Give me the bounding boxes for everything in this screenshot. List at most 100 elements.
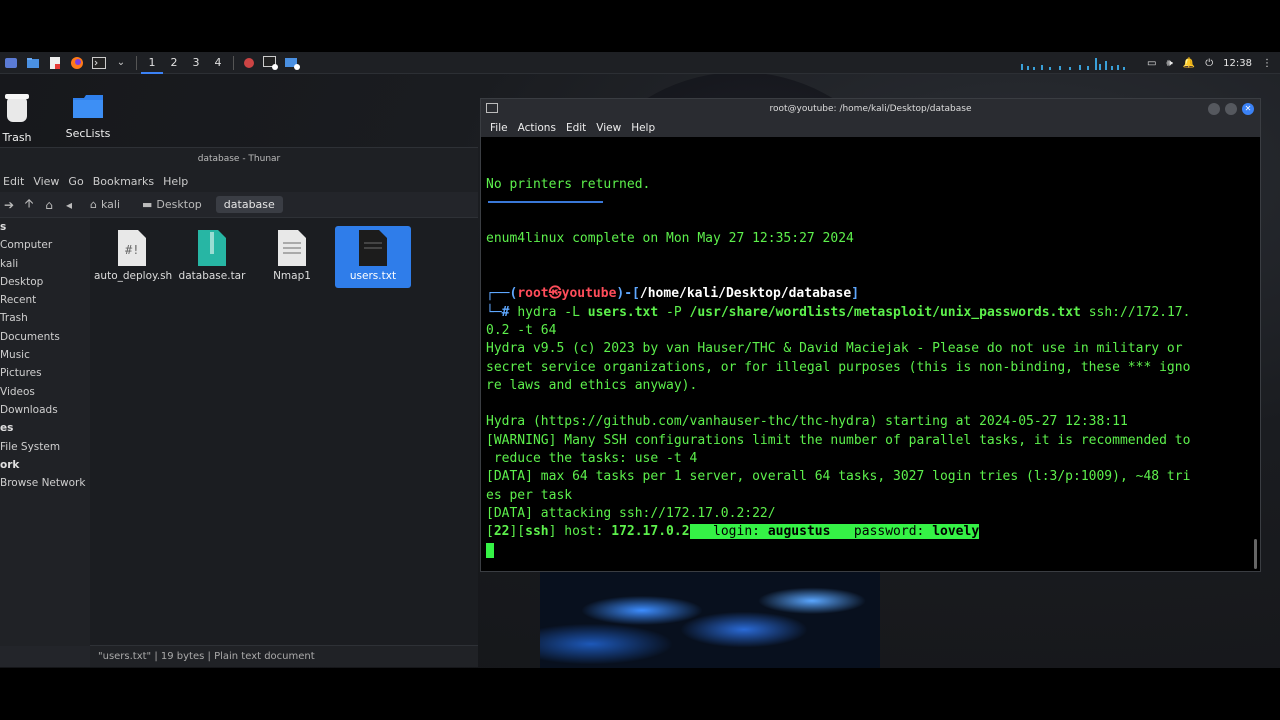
panel-separator — [233, 55, 234, 70]
menu-edit[interactable]: Edit — [0, 175, 30, 188]
file-manager-icon[interactable] — [25, 55, 41, 71]
status-bar: "users.txt" | 19 bytes | Plain text docu… — [90, 645, 478, 667]
command-line: └─# hydra -L users.txt -P /usr/share/wor… — [486, 304, 1191, 320]
terminal-launcher-icon[interactable] — [91, 55, 107, 71]
wallpaper-water — [540, 572, 880, 668]
terminal-scrollbar[interactable] — [1254, 539, 1257, 569]
prompt-user: root㉿youtube — [517, 286, 617, 302]
desktop-icon-label: SecLists — [65, 127, 111, 140]
menu-go[interactable]: Go — [65, 175, 89, 188]
location-bar: ➔ 🡩 ⌂ ◂ ⌂ kali ▬ Desktop database — [0, 192, 478, 218]
menu-view[interactable]: View — [591, 122, 626, 134]
sidebar-item[interactable]: Videos — [0, 383, 90, 401]
sidebar-item[interactable]: Pictures — [0, 364, 90, 382]
home-icon[interactable]: ⌂ — [42, 198, 56, 212]
file-manager-title: database - Thunar — [0, 148, 478, 170]
sidebar-item[interactable]: kali — [0, 255, 90, 273]
workspace-2[interactable]: 2 — [163, 52, 185, 74]
terminal-title: root@youtube: /home/kali/Desktop/databas… — [769, 104, 972, 114]
text-file-icon — [278, 230, 306, 266]
sidebar-item[interactable]: Browse Network — [0, 474, 90, 492]
clock[interactable]: 12:38 — [1223, 58, 1252, 69]
file-nmap1[interactable]: Nmap1 — [254, 226, 330, 288]
breadcrumb-kali[interactable]: ⌂ kali — [82, 196, 128, 213]
terminal-titlebar[interactable]: root@youtube: /home/kali/Desktop/databas… — [481, 99, 1260, 119]
chevron-left-icon[interactable]: ◂ — [62, 198, 76, 212]
system-tray: ▭ 🕪 🔔 ⏻ 12:38 ⋮ — [1019, 52, 1272, 74]
terminal-line: [DATA] attacking ssh://172.17.0.2:22/ — [486, 505, 776, 521]
workspace-4[interactable]: 4 — [207, 52, 229, 74]
workspace-1[interactable]: 1 — [141, 52, 163, 74]
close-button[interactable]: ✕ — [1242, 103, 1254, 115]
file-auto-deploy[interactable]: #! auto_deploy.sh — [94, 226, 173, 288]
result-line: [22][ssh] host: 172.17.0.2 login: august… — [486, 524, 980, 540]
file-users-txt[interactable]: users.txt — [335, 226, 411, 288]
sidebar-item[interactable]: File System — [0, 438, 90, 456]
prompt-line: ┌──(root㉿youtube)-[/home/kali/Desktop/da… — [486, 286, 860, 302]
file-name: auto_deploy.sh — [94, 270, 173, 282]
sidebar-item[interactable]: Music — [0, 346, 90, 364]
terminal-line: secret service organizations, or for ill… — [486, 359, 1191, 375]
task-app-icon[interactable] — [241, 55, 257, 71]
sidebar-item[interactable]: Computer — [0, 236, 90, 254]
power-icon[interactable]: ⏻ — [1205, 58, 1213, 69]
breadcrumb-database[interactable]: database — [215, 196, 283, 213]
file-manager-menubar: Edit View Go Bookmarks Help — [0, 170, 478, 192]
desktop-icon-seclists[interactable]: SecLists — [53, 92, 123, 140]
task-files-icon[interactable] — [285, 55, 301, 71]
up-arrow-icon[interactable]: 🡩 — [22, 194, 36, 215]
desktop-icon: ▬ — [142, 198, 153, 211]
file-name: database.tar — [178, 270, 246, 282]
file-manager-window: database - Thunar Edit View Go Bookmarks… — [0, 147, 478, 667]
terminal-cursor — [486, 542, 494, 558]
notification-bell-icon[interactable]: 🔔 — [1183, 58, 1195, 69]
menu-view[interactable]: View — [30, 175, 65, 188]
task-terminal-icon[interactable] — [263, 55, 279, 71]
maximize-button[interactable] — [1225, 103, 1237, 115]
terminal-line — [486, 542, 1247, 560]
folder-icon — [53, 92, 123, 123]
desktop-icon-trash[interactable]: Trash — [0, 92, 52, 144]
sidebar-section-header: es — [0, 422, 14, 435]
terminal-window: root@youtube: /home/kali/Desktop/databas… — [480, 98, 1261, 572]
terminal-output[interactable]: No printers returned. enum4linux complet… — [485, 139, 1247, 569]
menu-help[interactable]: Help — [626, 122, 660, 134]
text-editor-icon[interactable] — [47, 55, 63, 71]
terminal-line: [WARNING] Many SSH configurations limit … — [486, 432, 1191, 448]
menu-bookmarks[interactable]: Bookmarks — [90, 175, 160, 188]
display-icon[interactable]: ▭ — [1147, 58, 1156, 69]
terminal-line: reduce the tasks: use -t 4 — [486, 451, 698, 467]
sidebar-item[interactable]: Desktop — [0, 273, 90, 291]
sidebar-item[interactable]: Recent — [0, 291, 90, 309]
desktop: ⌄ 1 2 3 4 ▭ 🕪 🔔 ⏻ 12:38 ⋮ Trash SecLists… — [0, 52, 1280, 668]
file-view: #! auto_deploy.sh database.tar Nmap1 use… — [90, 218, 478, 646]
chevron-down-icon[interactable]: ⌄ — [113, 55, 129, 71]
terminal-line: [DATA] max 64 tasks per 1 server, overal… — [486, 469, 1191, 485]
forward-arrow-icon[interactable]: ➔ — [2, 198, 16, 212]
app-menu-icon[interactable] — [3, 55, 19, 71]
workspace-3[interactable]: 3 — [185, 52, 207, 74]
menu-file[interactable]: File — [485, 122, 513, 134]
menu-help[interactable]: Help — [160, 175, 194, 188]
terminal-icon — [486, 103, 498, 113]
cpu-graph — [1019, 56, 1129, 70]
sidebar-item[interactable]: Documents — [0, 328, 90, 346]
sidebar-item[interactable]: Trash — [0, 309, 90, 327]
minimize-button[interactable] — [1208, 103, 1220, 115]
firefox-icon[interactable] — [69, 55, 85, 71]
sidebar-item[interactable]: Downloads — [0, 401, 90, 419]
volume-icon[interactable]: 🕪 — [1166, 58, 1172, 69]
menu-actions[interactable]: Actions — [513, 122, 561, 134]
terminal-menubar: File Actions Edit View Help — [481, 119, 1260, 137]
breadcrumb-desktop[interactable]: ▬ Desktop — [134, 196, 210, 213]
svg-text:#!: #! — [125, 243, 139, 257]
terminal-line: es per task — [486, 487, 573, 503]
terminal-line: No printers returned. — [486, 176, 651, 192]
menu-edit[interactable]: Edit — [561, 122, 591, 134]
panel-menu-icon[interactable]: ⋮ — [1262, 58, 1272, 69]
file-database-tar[interactable]: database.tar — [174, 226, 250, 288]
